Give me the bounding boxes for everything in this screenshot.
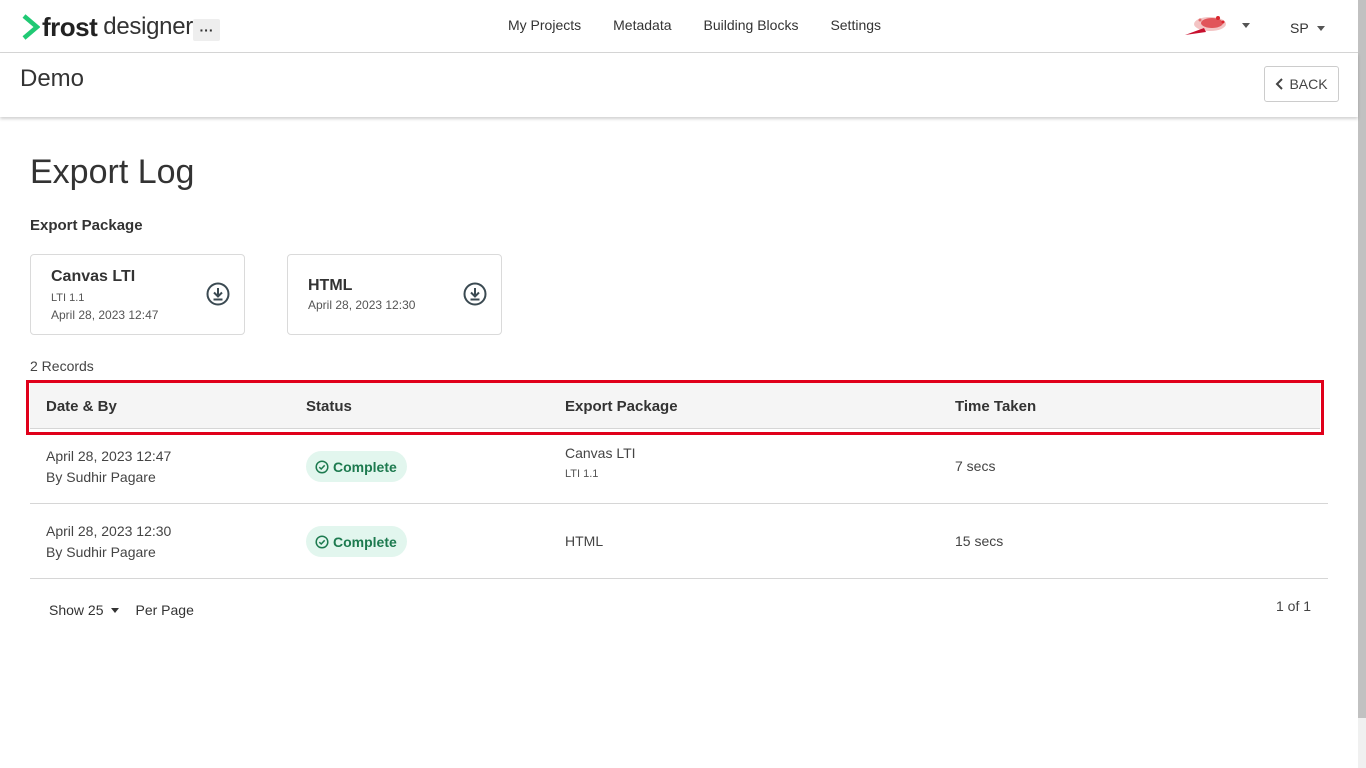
package-name: Canvas LTI — [51, 268, 136, 285]
chevron-left-icon — [1276, 78, 1284, 90]
back-label: BACK — [1289, 76, 1328, 92]
package-date: April 28, 2023 12:30 — [308, 298, 416, 312]
row-time-taken: 7 secs — [955, 458, 996, 474]
package-card-html: HTML April 28, 2023 12:30 — [287, 254, 502, 335]
logo-arrow-icon — [22, 14, 40, 40]
status-badge: Complete — [306, 451, 407, 482]
main-nav: My Projects Metadata Building Blocks Set… — [508, 17, 913, 33]
row-date: April 28, 2023 12:47 — [46, 448, 172, 464]
row-date-by: April 28, 2023 12:30 By Sudhir Pagare — [46, 521, 171, 563]
page-size-value: Show 25 — [49, 602, 104, 618]
user-menu[interactable]: SP — [1290, 20, 1325, 36]
status-badge: Complete — [306, 526, 407, 557]
chevron-down-icon — [1242, 22, 1250, 28]
page-scrollbar[interactable] — [1358, 0, 1366, 768]
check-circle-icon — [315, 534, 329, 549]
per-page-label: Per Page — [135, 602, 194, 618]
nav-building-blocks[interactable]: Building Blocks — [704, 17, 799, 33]
more-menu-button[interactable]: ··· — [193, 19, 220, 41]
export-package-label: Export Package — [30, 217, 143, 234]
package-card-canvas-lti: Canvas LTI LTI 1.1 April 28, 2023 12:47 — [30, 254, 245, 335]
column-header-status[interactable]: Status — [306, 398, 352, 415]
records-count: 2 Records — [30, 358, 94, 374]
organization-logo-icon — [1185, 16, 1226, 35]
page-title: Export Log — [30, 153, 195, 191]
column-header-export-package[interactable]: Export Package — [565, 398, 678, 415]
project-title: Demo — [20, 65, 85, 92]
organization-menu[interactable] — [1182, 12, 1250, 38]
nav-my-projects[interactable]: My Projects — [508, 17, 581, 33]
brand-name-bold: frost — [42, 11, 98, 42]
more-dots-icon: ··· — [199, 22, 214, 38]
page-size-select[interactable]: Show 25 — [49, 602, 135, 618]
check-circle-icon — [315, 459, 329, 474]
back-button[interactable]: BACK — [1264, 66, 1339, 102]
pagination-info: 1 of 1 — [1276, 598, 1312, 614]
download-icon[interactable] — [206, 282, 230, 306]
table-header: Date & By Status Export Package Time Tak… — [30, 382, 1320, 429]
frost-designer-logo[interactable]: frost designer — [22, 12, 193, 42]
nav-settings[interactable]: Settings — [830, 17, 881, 33]
page-size-control: Show 25 Per Page — [49, 602, 194, 618]
row-by: By Sudhir Pagare — [46, 469, 156, 485]
row-package: HTML — [565, 533, 604, 549]
row-by: By Sudhir Pagare — [46, 544, 156, 560]
brand-name-rest: designer — [103, 13, 193, 40]
nav-metadata[interactable]: Metadata — [613, 17, 671, 33]
row-package: Canvas LTI — [565, 445, 636, 461]
row-package-version: LTI 1.1 — [565, 468, 599, 480]
row-time-taken: 15 secs — [955, 533, 1004, 549]
row-date: April 28, 2023 12:30 — [46, 523, 172, 539]
row-date-by: April 28, 2023 12:47 By Sudhir Pagare — [46, 446, 171, 488]
chevron-down-icon — [111, 607, 120, 613]
table-row: April 28, 2023 12:30 By Sudhir Pagare Co… — [30, 504, 1328, 579]
download-icon[interactable] — [463, 282, 487, 306]
user-initials: SP — [1290, 20, 1309, 36]
package-version: LTI 1.1 — [51, 292, 85, 304]
package-date: April 28, 2023 12:47 — [51, 308, 159, 322]
package-name: HTML — [308, 277, 353, 294]
column-header-time-taken[interactable]: Time Taken — [955, 398, 1036, 415]
status-text: Complete — [333, 533, 397, 550]
table-row: April 28, 2023 12:47 By Sudhir Pagare Co… — [30, 429, 1328, 504]
chevron-down-icon — [1316, 25, 1325, 31]
column-header-date-by[interactable]: Date & By — [46, 398, 117, 415]
project-header: Demo BACK — [0, 53, 1358, 117]
scrollbar-thumb[interactable] — [1358, 0, 1366, 718]
top-navbar: frost designer ··· My Projects Metadata … — [0, 0, 1358, 53]
status-text: Complete — [333, 458, 397, 475]
